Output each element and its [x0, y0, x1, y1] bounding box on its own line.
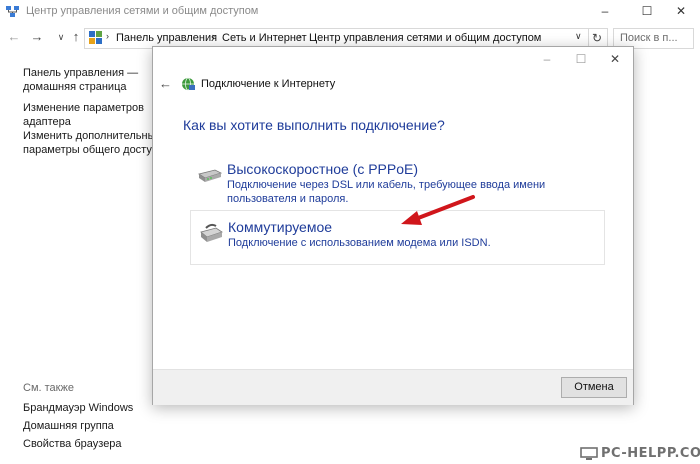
forward-button[interactable]: → — [29, 29, 45, 45]
sidebar-link-text: домашняя страница — [23, 81, 127, 93]
maximize-button[interactable]: ☐ — [632, 3, 662, 20]
sidebar-link-homegroup[interactable]: Домашняя группа — [23, 419, 114, 433]
window-title: Центр управления сетями и общим доступом — [26, 5, 259, 17]
search-placeholder: Поиск в п... — [620, 32, 678, 44]
breadcrumb-separator: › — [212, 31, 215, 41]
sidebar-link-home[interactable]: Панель управления — домашняя страница — [23, 66, 138, 94]
control-panel-icon — [89, 31, 102, 44]
dialog-title: Подключение к Интернету — [201, 78, 336, 90]
sidebar-link-text: адаптера — [23, 116, 71, 128]
watermark-text: PC-HELPP.COM — [601, 446, 700, 461]
breadcrumb-network-center[interactable]: Центр управления сетями и общим доступом — [309, 32, 541, 44]
breadcrumb-separator: › — [106, 31, 109, 41]
breadcrumb-separator: › — [298, 31, 301, 41]
connect-to-internet-dialog: – ☐ ✕ ← Подключение к Интернету Как вы х… — [152, 46, 634, 405]
dialog-close-button[interactable]: ✕ — [605, 52, 625, 66]
internet-connection-icon — [182, 77, 195, 91]
dial-up-modem-icon — [200, 223, 223, 242]
sidebar-link-text: Изменить дополнительные — [23, 130, 162, 142]
sidebar-link-text: Панель управления — — [23, 67, 139, 79]
sidebar-link-text: параметры общего доступа — [23, 144, 164, 156]
cancel-button[interactable]: Отмена — [561, 377, 627, 398]
up-button[interactable]: ↑ — [68, 29, 84, 45]
dialog-heading: Как вы хотите выполнить подключение? — [183, 117, 445, 133]
sidebar-link-browser-properties[interactable]: Свойства браузера — [23, 437, 122, 451]
breadcrumb-network-internet[interactable]: Сеть и Интернет — [222, 32, 307, 44]
sidebar-link-sharing-settings[interactable]: Изменить дополнительные параметры общего… — [23, 129, 164, 157]
dialog-back-button[interactable]: ← — [159, 76, 172, 91]
broadband-modem-icon — [198, 169, 223, 182]
breadcrumb-control-panel[interactable]: Панель управления — [116, 32, 217, 44]
dialog-maximize-button[interactable]: ☐ — [571, 52, 591, 66]
address-dropdown-icon[interactable]: ∨ — [575, 31, 582, 42]
computer-icon — [580, 447, 598, 460]
option-title: Высокоскоростное (с PPPoE) — [227, 161, 419, 177]
minimize-button[interactable]: – — [590, 3, 620, 20]
back-button[interactable]: ← — [6, 29, 22, 45]
title-bar: Центр управления сетями и общим доступом… — [0, 0, 700, 24]
network-center-icon — [6, 6, 19, 17]
annotation-arrow-icon — [401, 195, 475, 225]
sidebar-link-text: Изменение параметров — [23, 102, 144, 114]
recent-locations-button[interactable]: ∨ — [53, 29, 69, 45]
sidebar-link-adapter-settings[interactable]: Изменение параметров адаптера — [23, 101, 144, 129]
dialog-minimize-button[interactable]: – — [537, 52, 557, 66]
dialog-footer: Отмена — [153, 369, 633, 405]
option-title: Коммутируемое — [228, 219, 333, 235]
option-description: Подключение с использованием модема или … — [228, 237, 491, 249]
sidebar-link-firewall[interactable]: Брандмауэр Windows — [23, 401, 133, 415]
close-button[interactable]: ✕ — [666, 3, 696, 20]
see-also-heading: См. также — [23, 382, 74, 394]
